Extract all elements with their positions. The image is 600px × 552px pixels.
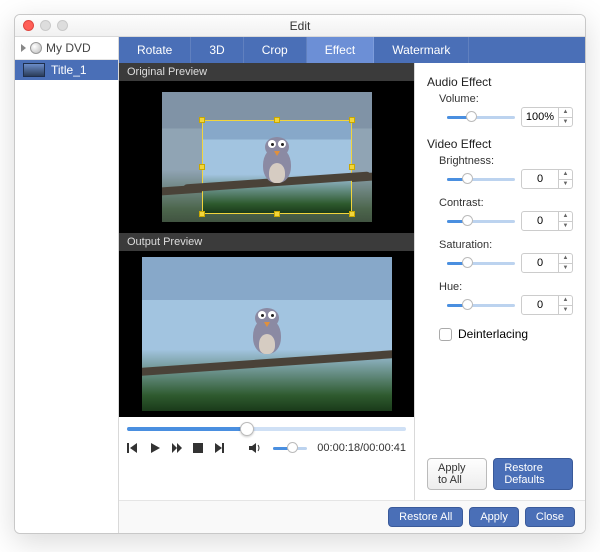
- saturation-label: Saturation:: [427, 239, 573, 251]
- step-up-icon[interactable]: ▲: [559, 296, 572, 306]
- disclosure-triangle-icon[interactable]: [21, 44, 26, 52]
- saturation-slider[interactable]: [447, 262, 515, 265]
- end-button[interactable]: [213, 441, 225, 455]
- seek-thumb[interactable]: [240, 422, 254, 436]
- crop-handle[interactable]: [274, 211, 280, 217]
- play-button[interactable]: [149, 441, 161, 455]
- hue-slider[interactable]: [447, 304, 515, 307]
- sidebar: My DVD Title_1: [15, 37, 119, 533]
- disc-icon: [30, 42, 42, 54]
- step-up-icon[interactable]: ▲: [559, 212, 572, 222]
- contrast-slider[interactable]: [447, 220, 515, 223]
- titlebar: Edit: [15, 15, 585, 37]
- volume-label: Volume:: [427, 93, 573, 105]
- original-preview[interactable]: [119, 81, 414, 233]
- window-title: Edit: [15, 19, 585, 33]
- volume-slider[interactable]: [273, 447, 307, 450]
- close-button[interactable]: Close: [525, 507, 575, 527]
- output-preview-label: Output Preview: [119, 233, 414, 251]
- sidebar-item-label: Title_1: [51, 63, 87, 77]
- video-effect-heading: Video Effect: [427, 137, 573, 151]
- crop-handle[interactable]: [274, 117, 280, 123]
- crop-handle[interactable]: [199, 211, 205, 217]
- volume-thumb[interactable]: [287, 442, 298, 453]
- apply-button[interactable]: Apply: [469, 507, 519, 527]
- title-thumbnail-icon: [23, 63, 45, 77]
- volume-spinner[interactable]: 100% ▲▼: [521, 107, 573, 127]
- time-display: 00:00:18/00:00:41: [317, 442, 406, 454]
- contrast-label: Contrast:: [427, 197, 573, 209]
- crop-handle[interactable]: [349, 164, 355, 170]
- crop-handle[interactable]: [349, 117, 355, 123]
- effects-panel: Audio Effect Volume: 100% ▲▼ Video Effec…: [415, 63, 585, 500]
- deinterlacing-checkbox[interactable]: Deinterlacing: [427, 327, 573, 341]
- restore-all-button[interactable]: Restore All: [388, 507, 463, 527]
- tab-watermark[interactable]: Watermark: [374, 37, 469, 63]
- playback-controls: 00:00:18/00:00:41: [119, 417, 414, 463]
- next-button[interactable]: [171, 441, 183, 455]
- step-up-icon[interactable]: ▲: [559, 254, 572, 264]
- saturation-spinner[interactable]: 0▲▼: [521, 253, 573, 273]
- hue-label: Hue:: [427, 281, 573, 293]
- crop-handle[interactable]: [349, 211, 355, 217]
- volume-effect-slider[interactable]: [447, 116, 515, 119]
- tab-rotate[interactable]: Rotate: [119, 37, 191, 63]
- tab-effect[interactable]: Effect: [307, 37, 374, 63]
- restore-defaults-button[interactable]: Restore Defaults: [493, 458, 573, 490]
- slider-thumb[interactable]: [462, 173, 473, 184]
- seek-slider[interactable]: [127, 427, 406, 431]
- slider-thumb[interactable]: [466, 111, 477, 122]
- slider-thumb[interactable]: [462, 299, 473, 310]
- output-preview: [119, 251, 414, 417]
- step-down-icon[interactable]: ▼: [559, 222, 572, 231]
- slider-thumb[interactable]: [462, 257, 473, 268]
- step-up-icon[interactable]: ▲: [559, 170, 572, 180]
- audio-effect-heading: Audio Effect: [427, 75, 573, 89]
- step-down-icon[interactable]: ▼: [559, 118, 572, 127]
- apply-to-all-button[interactable]: Apply to All: [427, 458, 487, 490]
- checkbox-icon[interactable]: [439, 328, 452, 341]
- step-up-icon[interactable]: ▲: [559, 108, 572, 118]
- sidebar-root-label: My DVD: [46, 41, 91, 55]
- hue-spinner[interactable]: 0▲▼: [521, 295, 573, 315]
- original-preview-label: Original Preview: [119, 63, 414, 81]
- stop-button[interactable]: [193, 441, 203, 455]
- main-panel: Rotate 3D Crop Effect Watermark Original…: [119, 37, 585, 533]
- crop-handle[interactable]: [199, 117, 205, 123]
- dialog-footer: Restore All Apply Close: [119, 500, 585, 533]
- contrast-spinner[interactable]: 0▲▼: [521, 211, 573, 231]
- brightness-slider[interactable]: [447, 178, 515, 181]
- sidebar-item-title1[interactable]: Title_1: [15, 60, 118, 80]
- preview-column: Original Preview: [119, 63, 415, 500]
- brightness-spinner[interactable]: 0▲▼: [521, 169, 573, 189]
- step-down-icon[interactable]: ▼: [559, 264, 572, 273]
- step-down-icon[interactable]: ▼: [559, 306, 572, 315]
- tab-crop[interactable]: Crop: [244, 37, 307, 63]
- slider-thumb[interactable]: [462, 215, 473, 226]
- step-down-icon[interactable]: ▼: [559, 180, 572, 189]
- edit-window: Edit My DVD Title_1 Rotate 3D Crop Effec…: [14, 14, 586, 534]
- crop-selection[interactable]: [202, 120, 352, 214]
- volume-value: 100%: [522, 111, 558, 123]
- prev-button[interactable]: [127, 441, 139, 455]
- tab-bar: Rotate 3D Crop Effect Watermark: [119, 37, 585, 63]
- tab-3d[interactable]: 3D: [191, 37, 243, 63]
- brightness-label: Brightness:: [427, 155, 573, 167]
- volume-icon[interactable]: [249, 441, 263, 455]
- crop-handle[interactable]: [199, 164, 205, 170]
- deinterlacing-label: Deinterlacing: [458, 327, 528, 341]
- sidebar-root[interactable]: My DVD: [15, 37, 118, 60]
